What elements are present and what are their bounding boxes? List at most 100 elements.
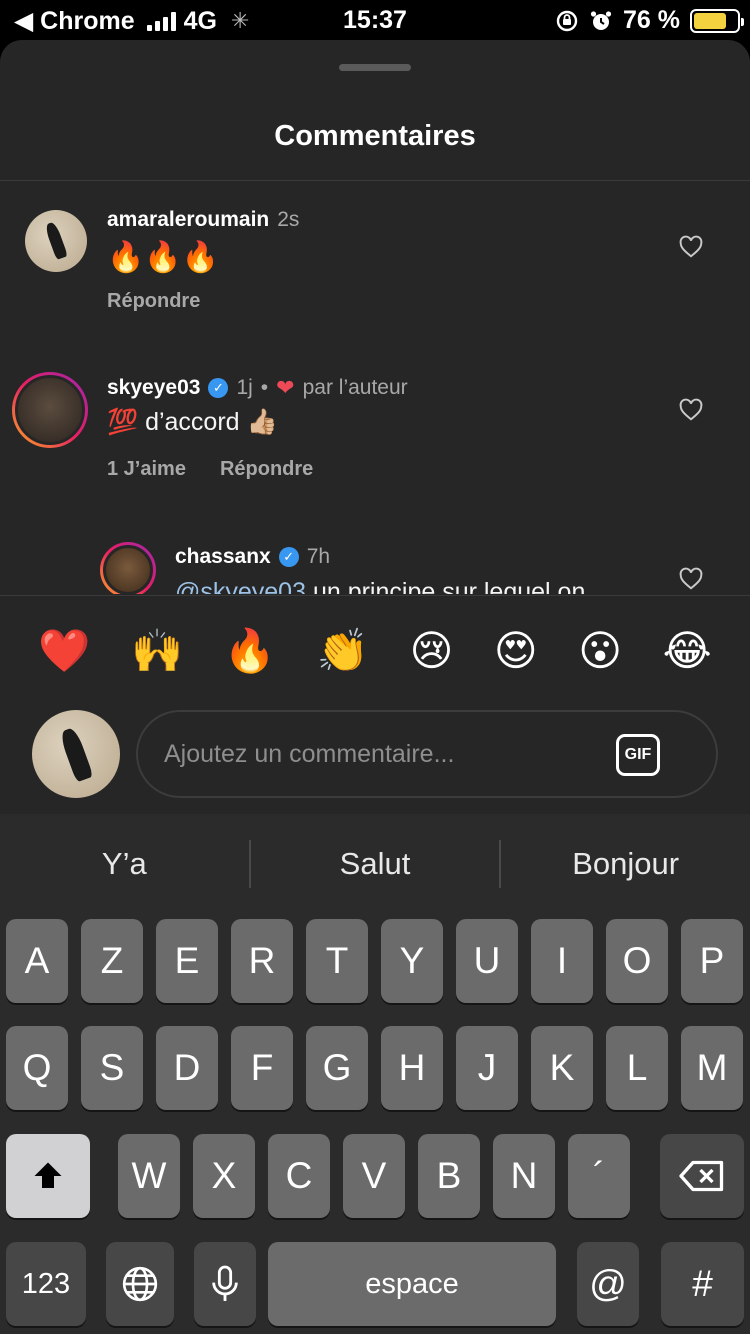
comment-header: chassanx ✓ 7h bbox=[175, 545, 330, 569]
heart-outline-icon[interactable] bbox=[678, 566, 704, 592]
comment-time: 1j bbox=[236, 376, 253, 399]
key-x[interactable]: X bbox=[193, 1134, 255, 1218]
key-z[interactable]: Z bbox=[81, 919, 143, 1003]
shift-arrow-icon bbox=[34, 1162, 62, 1188]
comment-text-body: un principe sur lequel on bbox=[306, 578, 586, 594]
key-f[interactable]: F bbox=[231, 1026, 293, 1110]
key-k[interactable]: K bbox=[531, 1026, 593, 1110]
status-right: 76 % bbox=[555, 6, 744, 35]
heart-outline-icon[interactable] bbox=[678, 234, 704, 260]
comment-time: 7h bbox=[306, 545, 331, 568]
comment-username[interactable]: amaraleroumain bbox=[107, 208, 269, 232]
comment-text: 🔥🔥🔥 bbox=[107, 241, 220, 274]
emoji-surprised-button[interactable]: 😮 bbox=[578, 630, 622, 672]
emoji-laughing-button[interactable]: 😂 bbox=[663, 630, 712, 672]
avatar[interactable] bbox=[25, 210, 87, 272]
at-key[interactable]: @ bbox=[577, 1242, 639, 1326]
sheet-title: Commentaires bbox=[274, 120, 476, 152]
microphone-icon bbox=[212, 1265, 238, 1301]
key-d[interactable]: D bbox=[156, 1026, 218, 1110]
comment-item: amaraleroumain 2s 🔥🔥🔥 Répondre bbox=[0, 182, 750, 342]
mention-link[interactable]: @skyeye03 bbox=[175, 578, 306, 594]
comment-username[interactable]: chassanx bbox=[175, 545, 271, 569]
key-s[interactable]: S bbox=[81, 1026, 143, 1110]
hash-key[interactable]: # bbox=[661, 1242, 744, 1326]
backspace-icon bbox=[679, 1160, 724, 1192]
key-u[interactable]: U bbox=[456, 919, 518, 1003]
dictation-key[interactable] bbox=[194, 1242, 256, 1326]
key-c[interactable]: C bbox=[268, 1134, 330, 1218]
emoji-clap-button[interactable]: 👏 bbox=[317, 630, 369, 672]
comment-text: 💯 d’accord 👍🏼 bbox=[107, 408, 278, 436]
heart-outline-icon[interactable] bbox=[678, 397, 704, 423]
avatar-figure bbox=[58, 726, 94, 782]
comment-username[interactable]: skyeye03 bbox=[107, 376, 200, 400]
emoji-crying-button[interactable]: 😢 bbox=[410, 630, 454, 672]
key-a[interactable]: A bbox=[6, 919, 68, 1003]
key-v[interactable]: V bbox=[343, 1134, 405, 1218]
key-w[interactable]: W bbox=[118, 1134, 180, 1218]
keyboard: Y’a Salut Bonjour A Z E R T Y U I O P Q … bbox=[0, 814, 750, 1334]
comment-header: skyeye03 ✓ 1j • ❤ par l’auteur bbox=[107, 375, 408, 401]
battery-level bbox=[694, 12, 726, 29]
key-e[interactable]: E bbox=[156, 919, 218, 1003]
globe-key[interactable] bbox=[106, 1242, 174, 1326]
emoji-heart-button[interactable]: ❤️ bbox=[38, 630, 90, 672]
verified-badge-icon: ✓ bbox=[278, 547, 299, 567]
likes-count-button[interactable]: 1 J’aime bbox=[107, 458, 186, 481]
key-m[interactable]: M bbox=[681, 1026, 743, 1110]
comment-actions: Répondre bbox=[107, 290, 200, 313]
key-q[interactable]: Q bbox=[6, 1026, 68, 1110]
verified-badge-icon: ✓ bbox=[208, 378, 229, 398]
key-j[interactable]: J bbox=[456, 1026, 518, 1110]
comment-input[interactable] bbox=[164, 712, 604, 796]
avatar[interactable] bbox=[100, 542, 156, 594]
quick-emoji-bar: ❤️ 🙌 🔥 👏 😢 😍 😮 😂 bbox=[0, 596, 750, 706]
avatar-image bbox=[15, 375, 85, 445]
emoji-fire-button[interactable]: 🔥 bbox=[224, 630, 276, 672]
key-y[interactable]: Y bbox=[381, 919, 443, 1003]
key-b[interactable]: B bbox=[418, 1134, 480, 1218]
suggestion-item[interactable]: Salut bbox=[251, 846, 500, 882]
my-avatar bbox=[32, 710, 120, 798]
shift-key[interactable] bbox=[6, 1134, 90, 1218]
battery-icon bbox=[690, 8, 744, 33]
sheet-drag-handle[interactable] bbox=[339, 64, 411, 71]
suggestion-item[interactable]: Y’a bbox=[0, 846, 249, 882]
author-heart-icon: ❤ bbox=[276, 375, 295, 400]
reply-button[interactable]: Répondre bbox=[220, 458, 313, 481]
key-n[interactable]: N bbox=[493, 1134, 555, 1218]
key-acute-accent[interactable]: ´ bbox=[568, 1134, 630, 1218]
globe-icon bbox=[122, 1266, 158, 1302]
numbers-key[interactable]: 123 bbox=[6, 1242, 86, 1326]
key-i[interactable]: I bbox=[531, 919, 593, 1003]
reply-button[interactable]: Répondre bbox=[107, 290, 200, 313]
title-divider bbox=[0, 180, 750, 181]
key-o[interactable]: O bbox=[606, 919, 668, 1003]
avatar[interactable] bbox=[12, 372, 88, 448]
avatar-image bbox=[103, 545, 153, 594]
comment-text: @skyeye03 un principe sur lequel on bbox=[175, 578, 585, 594]
rotation-lock-icon bbox=[556, 10, 578, 31]
emoji-heart-eyes-button[interactable]: 😍 bbox=[494, 630, 538, 672]
comment-composer: GIF bbox=[136, 710, 718, 798]
comment-header: amaraleroumain 2s bbox=[107, 208, 299, 232]
key-h[interactable]: H bbox=[381, 1026, 443, 1110]
battery-percent: 76 % bbox=[623, 6, 680, 34]
key-p[interactable]: P bbox=[681, 919, 743, 1003]
emoji-raised-hands-button[interactable]: 🙌 bbox=[131, 630, 183, 672]
meta-separator: • bbox=[260, 376, 269, 399]
key-r[interactable]: R bbox=[231, 919, 293, 1003]
alarm-icon bbox=[590, 10, 612, 30]
comments-sheet: Commentaires amaraleroumain 2s 🔥🔥🔥 Répon… bbox=[0, 40, 750, 814]
gif-button[interactable]: GIF bbox=[616, 734, 660, 776]
backspace-key[interactable] bbox=[660, 1134, 744, 1218]
space-key[interactable]: espace bbox=[268, 1242, 556, 1326]
key-g[interactable]: G bbox=[306, 1026, 368, 1110]
key-t[interactable]: T bbox=[306, 919, 368, 1003]
suggestion-item[interactable]: Bonjour bbox=[501, 846, 750, 882]
comments-list[interactable]: amaraleroumain 2s 🔥🔥🔥 Répondre skyeye03 … bbox=[0, 182, 750, 594]
comment-time: 2s bbox=[277, 208, 300, 231]
key-l[interactable]: L bbox=[606, 1026, 668, 1110]
reply-comment-item: chassanx ✓ 7h @skyeye03 un principe sur … bbox=[0, 522, 750, 594]
